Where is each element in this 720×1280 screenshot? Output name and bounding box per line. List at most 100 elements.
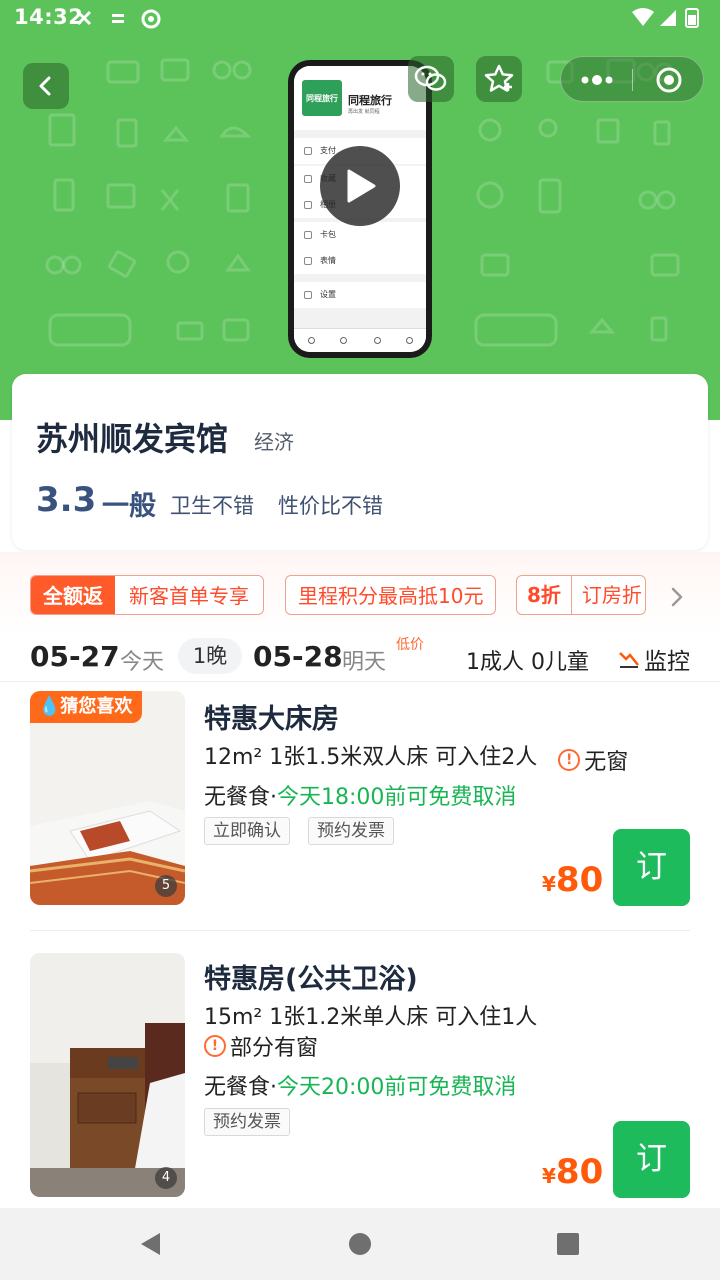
share-wechat-button[interactable] (408, 56, 454, 102)
room-price: ¥80 (542, 860, 603, 900)
window-label: 部分有窗 (230, 1036, 319, 1061)
chevron-left-icon (39, 76, 51, 96)
close-miniprogram-button[interactable] (633, 57, 704, 103)
android-nav-bar (0, 1208, 720, 1280)
rating-label[interactable]: 一般 (102, 484, 156, 523)
chart-trend-icon (619, 652, 639, 668)
free-cancel-info: 今天20:00前可免费取消 (277, 1075, 517, 1100)
room-photo-image (30, 691, 185, 905)
checkin-day: 今天 (120, 650, 165, 675)
review-tag[interactable]: 卫生不错 (170, 490, 254, 520)
tag-invoice: 预约发票 (308, 817, 394, 845)
image-count: 5 (155, 875, 177, 897)
nights-count: 1晚 (178, 638, 242, 674)
flame-icon: 💧 (38, 696, 61, 717)
points-promo[interactable]: 里程积分最高抵10元 (285, 575, 497, 615)
phone-menu-item: 设置 (294, 282, 426, 308)
wifi-icon (632, 8, 654, 26)
chevron-right-icon[interactable] (662, 582, 692, 612)
phone-tabbar (294, 328, 426, 352)
more-button[interactable] (561, 57, 632, 103)
status-time: 14:32 (14, 5, 84, 29)
battery-icon (688, 15, 696, 25)
price-value: 80 (555, 1152, 604, 1192)
rating-score[interactable]: 3.3 (36, 480, 96, 520)
warning-icon: ! (204, 1035, 226, 1057)
discount-text: 订房折 (581, 583, 642, 607)
divider (30, 930, 690, 931)
hero-banner: 14:32 同程旅行 同程旅行 再出发 就同程 支付 卡包 表情 设置 (0, 0, 720, 420)
more-dots-icon (581, 75, 612, 85)
play-video-button[interactable] (320, 146, 400, 226)
discount-promo[interactable]: 8折 订房折 (516, 575, 646, 615)
checkout-date[interactable]: 05-28 (253, 640, 343, 673)
nav-recents-button[interactable] (552, 1228, 584, 1260)
guess-you-like-badge: 💧猜您喜欢 (30, 691, 143, 723)
meal-cancel-line: 无餐食·今天20:00前可免费取消 (204, 1069, 516, 1101)
guest-selector[interactable]: 1成人 0儿童 (466, 644, 589, 676)
status-notification-icons (74, 8, 164, 34)
status-system-icons (630, 6, 710, 34)
book-button[interactable]: 订 (613, 829, 690, 906)
phone-menu-item: 表情 (294, 248, 426, 274)
room-photo[interactable]: 4 (30, 953, 185, 1197)
favorite-button[interactable] (476, 56, 522, 102)
room-card[interactable]: 💧猜您喜欢 5 特惠大床房 12m² 1张1.5米双人床 可入住2人 ! 无窗 … (0, 684, 720, 930)
hotel-level: 经济 (254, 430, 294, 454)
target-close-icon (656, 67, 681, 93)
warning-icon: ! (558, 749, 581, 771)
circle-home-icon (349, 1233, 371, 1255)
meal-cancel-line: 无餐食·今天18:00前可免费取消 (204, 779, 516, 811)
discount-badge: 8折 (517, 576, 572, 614)
status-bar: 14:32 (0, 0, 720, 38)
guess-badge-label: 猜您喜欢 (60, 696, 133, 717)
room-title: 特惠房(公共卫浴) (204, 964, 418, 995)
price-value: 80 (555, 860, 604, 900)
review-tag[interactable]: 性价比不错 (278, 490, 383, 520)
image-count: 4 (155, 1167, 177, 1189)
date-guest-bar: 05-27 今天 1晚 05-28 明天 低价 1成人 0儿童 监控 (0, 634, 720, 682)
new-customer-promo[interactable]: 全额返 新客首单专享 (30, 575, 264, 615)
brand-logo: 同程旅行 (302, 80, 342, 116)
window-label: 无窗 (584, 750, 629, 775)
star-add-icon (484, 64, 514, 92)
low-price-badge: 低价 (396, 637, 424, 653)
hotel-name: 苏州顺发宾馆 (36, 420, 229, 458)
tag-invoice: 预约发票 (204, 1108, 290, 1136)
nav-back-button[interactable] (134, 1228, 166, 1260)
book-button[interactable]: 订 (613, 1121, 690, 1198)
checkout-day: 明天 (342, 650, 387, 675)
meal-info: 无餐食· (204, 1075, 277, 1100)
price-monitor-button[interactable]: 监控 (618, 642, 690, 676)
free-cancel-info: 今天18:00前可免费取消 (277, 785, 517, 810)
meal-info: 无餐食· (204, 785, 277, 810)
room-spec-text: 12m² 1张1.5米双人床 可入住2人 (204, 745, 538, 770)
miniprogram-capsule (560, 56, 704, 102)
currency-symbol: ¥ (542, 1164, 556, 1188)
room-card[interactable]: 4 特惠房(公共卫浴) 15m² 1张1.2米单人床 可入住1人 ! 部分有窗 … (0, 944, 720, 1206)
phone-brand-name: 同程旅行 (348, 94, 392, 107)
room-photo-image (30, 953, 185, 1197)
checkin-date[interactable]: 05-27 (30, 640, 120, 673)
hotel-info-card: 苏州顺发宾馆 经济 3.3 一般 卫生不错 性价比不错 (12, 374, 708, 550)
phone-header: 同程旅行 同程旅行 再出发 就同程 (294, 66, 426, 130)
triangle-back-icon (141, 1233, 160, 1255)
monitor-label: 监控 (644, 649, 690, 675)
room-spec: 12m² 1张1.5米双人床 可入住2人 ! 无窗 (204, 739, 628, 776)
window-info: ! 无窗 (558, 744, 628, 776)
wechat-icon (414, 65, 447, 91)
play-icon (347, 169, 376, 203)
nav-home-button[interactable] (344, 1228, 376, 1260)
tag-instant-confirm: 立即确认 (204, 817, 290, 845)
promo-strip: 全额返 新客首单专享 里程积分最高抵10元 8折 订房折 (0, 552, 720, 634)
room-photo[interactable]: 💧猜您喜欢 5 (30, 691, 185, 905)
signal-icon (660, 10, 676, 26)
square-recents-icon (557, 1233, 579, 1255)
currency-symbol: ¥ (542, 872, 556, 896)
promo-text: 新客首单专享 (129, 584, 249, 608)
back-button[interactable] (23, 63, 69, 109)
cashback-badge: 全额返 (31, 576, 115, 614)
phone-slogan: 再出发 就同程 (348, 109, 380, 115)
room-title: 特惠大床房 (204, 704, 339, 735)
room-price: ¥80 (542, 1152, 603, 1192)
